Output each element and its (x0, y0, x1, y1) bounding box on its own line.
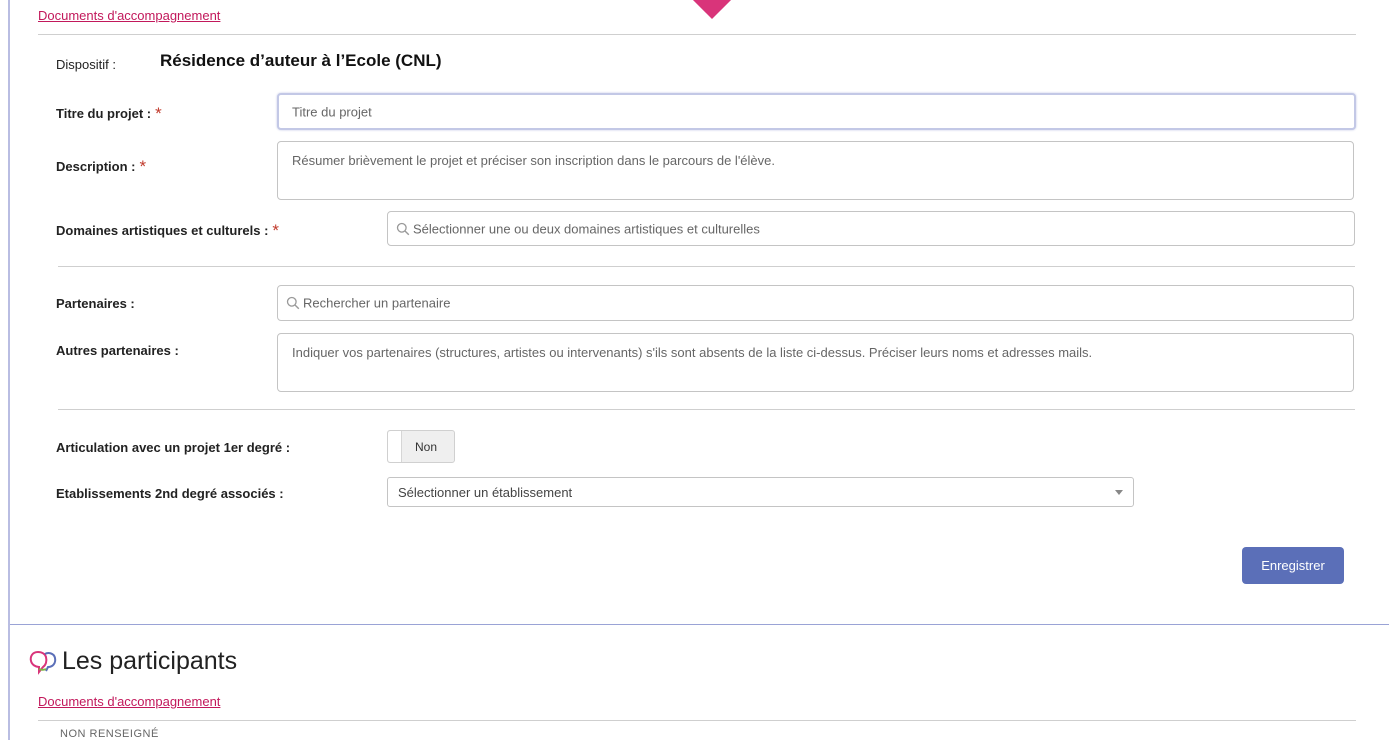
toggle-value: Non (415, 440, 438, 454)
divider-section-1 (58, 266, 1355, 267)
divider-participants (38, 720, 1356, 721)
domaines-search-input[interactable]: Sélectionner une ou deux domaines artist… (387, 211, 1355, 246)
articulation-toggle[interactable]: Non (387, 430, 455, 463)
description-label: Description : * (56, 156, 146, 176)
documents-link-participants[interactable]: Documents d'accompagnement (38, 694, 220, 709)
search-icon (396, 222, 410, 235)
titre-label: Titre du projet : * (56, 103, 162, 123)
save-button[interactable]: Enregistrer (1242, 547, 1344, 584)
etablissements-label-text: Etablissements 2nd degré associés : (56, 486, 284, 501)
documents-link-top[interactable]: Documents d'accompagnement (38, 8, 220, 23)
domaines-label-text: Domaines artistiques et culturels : (56, 223, 269, 238)
etablissements-label: Etablissements 2nd degré associés : (56, 486, 284, 501)
articulation-label-text: Articulation avec un projet 1er degré : (56, 440, 291, 455)
required-marker: * (139, 157, 147, 176)
autres-partenaires-placeholder: Indiquer vos partenaires (structures, ar… (292, 345, 1093, 360)
required-marker: * (272, 221, 280, 240)
left-accent-bar (8, 0, 10, 740)
dispositif-value: Résidence d’auteur à l’Ecole (CNL) (160, 51, 442, 70)
domaines-placeholder: Sélectionner une ou deux domaines artist… (413, 221, 760, 236)
toggle-knob (388, 431, 402, 462)
participants-icon (29, 650, 57, 675)
divider-section-2 (58, 409, 1355, 410)
articulation-label: Articulation avec un projet 1er degré : (56, 440, 290, 455)
description-textarea[interactable]: Résumer brièvement le projet et préciser… (277, 141, 1354, 200)
partenaires-search-input[interactable]: Rechercher un partenaire (277, 285, 1354, 321)
partenaires-label-text: Partenaires : (56, 296, 135, 311)
partenaires-label: Partenaires : (56, 296, 135, 311)
domaines-label: Domaines artistiques et culturels : * (56, 220, 279, 240)
required-marker: * (155, 104, 162, 123)
section-divider (10, 624, 1389, 625)
titre-input[interactable]: Titre du projet (277, 93, 1356, 130)
autres-partenaires-label: Autres partenaires : (56, 343, 179, 358)
chevron-down-icon (1115, 490, 1123, 495)
description-placeholder: Résumer brièvement le projet et préciser… (292, 153, 775, 168)
etablissements-selected: Sélectionner un établissement (398, 485, 573, 500)
search-icon (286, 296, 300, 310)
dispositif-label: Dispositif : (56, 57, 116, 72)
titre-label-text: Titre du projet : (56, 106, 152, 121)
step-marker (687, 0, 737, 20)
autres-partenaires-label-text: Autres partenaires : (56, 343, 179, 358)
divider-top (38, 34, 1356, 35)
etablissements-select[interactable]: Sélectionner un établissement (387, 477, 1134, 507)
participants-status: NON RENSEIGNÉ (60, 728, 159, 740)
autres-partenaires-textarea[interactable]: Indiquer vos partenaires (structures, ar… (277, 333, 1354, 392)
participants-title: Les participants (62, 647, 238, 675)
description-label-text: Description : (56, 159, 136, 174)
partenaires-placeholder: Rechercher un partenaire (303, 295, 451, 311)
titre-placeholder: Titre du projet (292, 104, 372, 119)
